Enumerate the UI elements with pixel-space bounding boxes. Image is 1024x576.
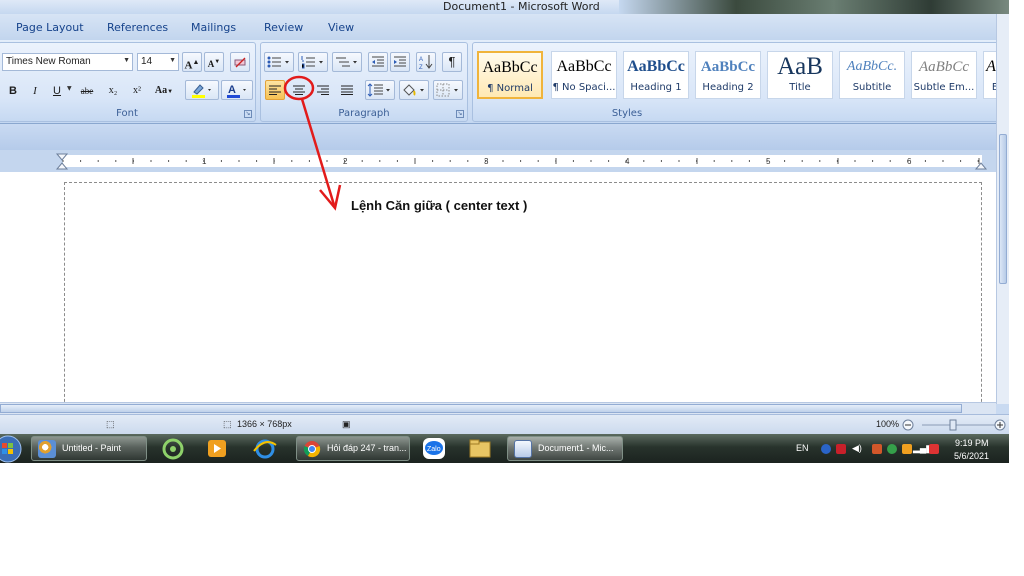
word-window: Document1 - Microsoft Word Page Layout R… [0,0,1009,463]
annotation-arrow-line [300,98,336,206]
annotation-overlay [283,75,342,211]
annotation-circle [283,75,315,101]
